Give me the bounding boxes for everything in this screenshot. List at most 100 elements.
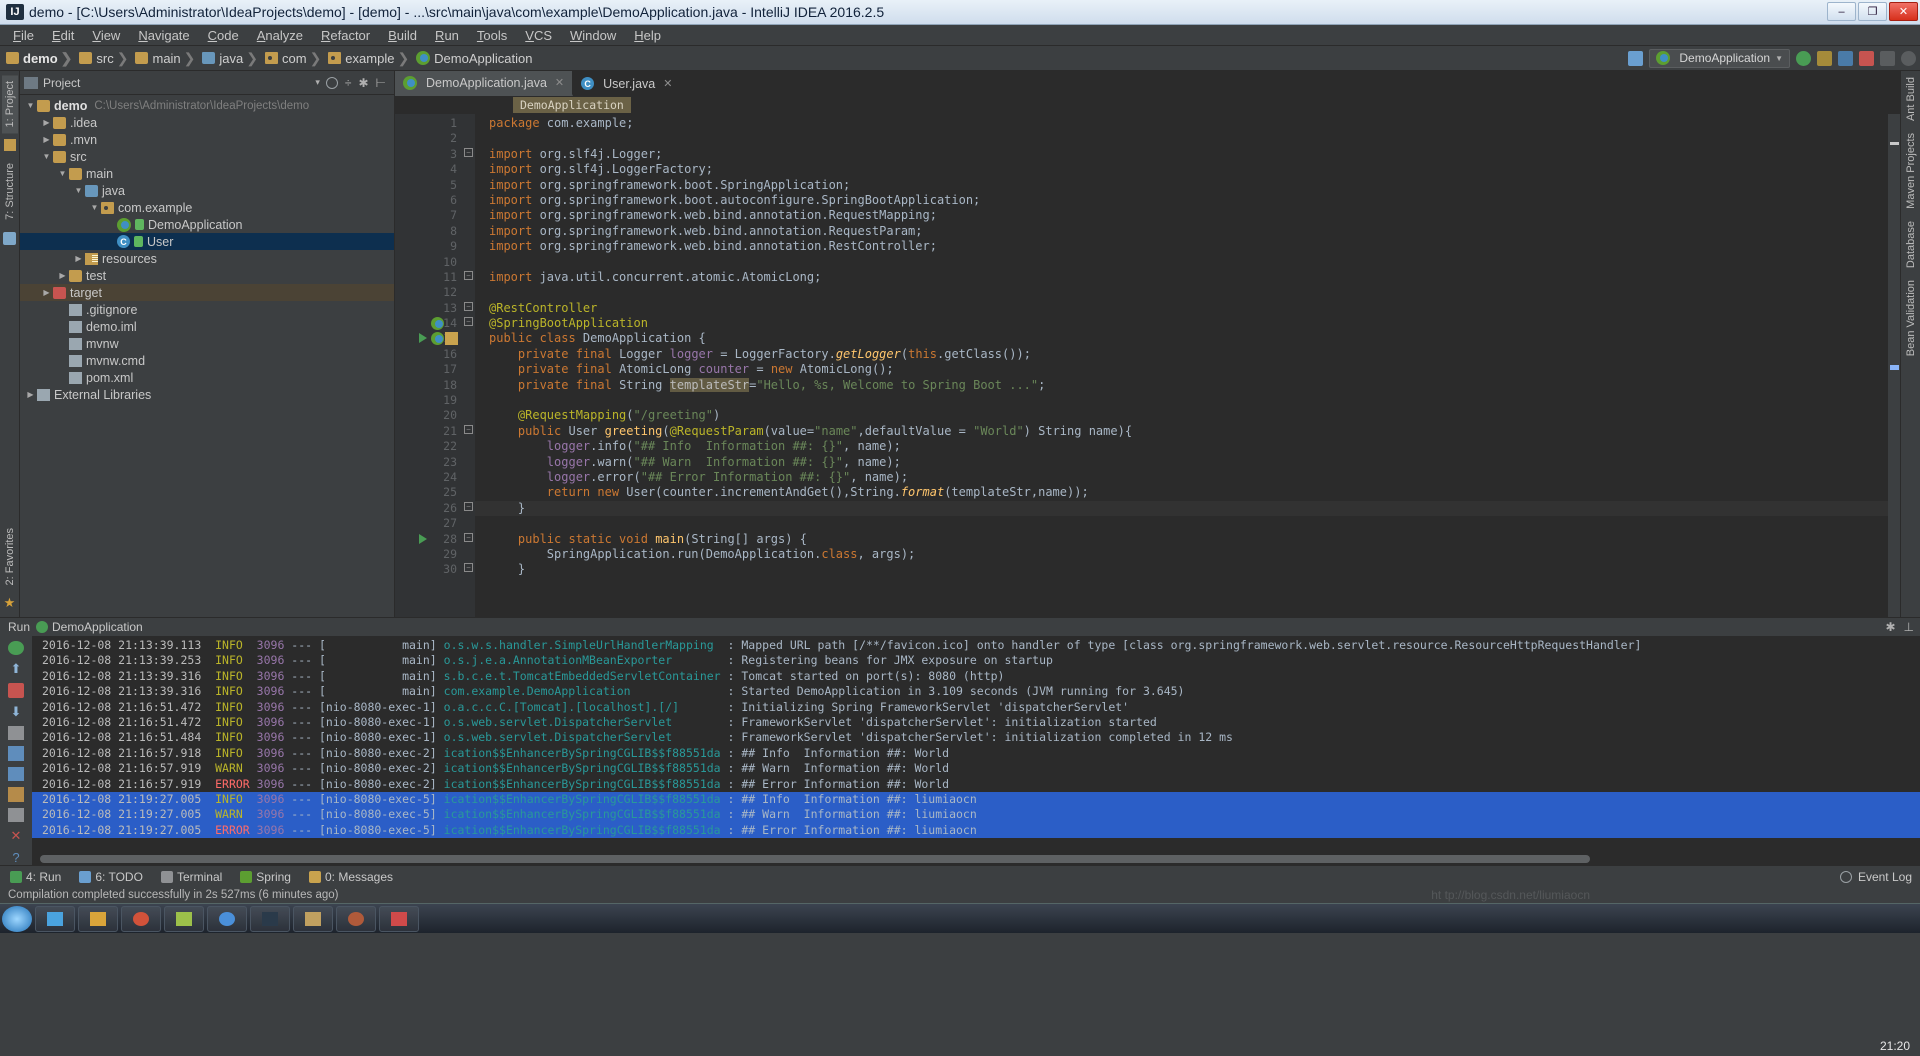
chevron-right-icon[interactable]: ▶ [40, 288, 53, 297]
code-line[interactable]: public static void main(String[] args) { [475, 532, 1888, 547]
fold-collapse-icon[interactable]: − [464, 317, 473, 327]
run-gutter-icon[interactable] [419, 333, 427, 344]
chevron-down-icon[interactable]: ▼ [72, 186, 85, 195]
tool-tab-favorites[interactable]: 2: Favorites [2, 522, 18, 591]
taskbar-item[interactable] [121, 905, 161, 932]
code-line[interactable]: package com.example; [475, 116, 1888, 131]
console-log-line[interactable]: 2016-12-08 21:13:39.316 INFO 3096 --- [ … [32, 684, 1920, 699]
code-line[interactable]: import org.slf4j.Logger; [475, 147, 1888, 162]
taskbar-item[interactable] [293, 905, 333, 932]
taskbar-clock[interactable]: 21:20 [1880, 1039, 1910, 1053]
code-line[interactable] [475, 516, 1888, 531]
code-line[interactable] [475, 393, 1888, 408]
up-icon[interactable]: ⬆ [8, 661, 24, 677]
tree-node-mvnw-cmd[interactable]: mvnw.cmd [20, 352, 394, 369]
chevron-right-icon[interactable]: ▶ [56, 271, 69, 280]
tool-tab-structure[interactable]: 7: Structure [2, 157, 18, 226]
gutter-line[interactable]: 9 [395, 239, 463, 254]
gutter-line[interactable]: 11 [395, 270, 463, 285]
console-log-line[interactable]: 2016-12-08 21:13:39.113 INFO 3096 --- [ … [32, 638, 1920, 653]
project-tree[interactable]: ▼ demo C:\Users\Administrator\IdeaProjects… [20, 95, 394, 617]
breadcrumb-item-com[interactable]: com ❯ [265, 50, 328, 67]
taskbar-item[interactable] [336, 905, 376, 932]
down-icon[interactable]: ⬇ [8, 704, 24, 720]
status-tab-0-messages[interactable]: 0: Messages [308, 870, 393, 884]
tree-node-external-libraries[interactable]: ▶ External Libraries [20, 386, 394, 403]
taskbar-item[interactable] [78, 905, 118, 932]
fold-end-icon[interactable]: − [464, 563, 473, 573]
code-line[interactable]: public class DemoApplication { [475, 331, 1888, 346]
gutter-line[interactable]: 2 [395, 131, 463, 146]
code-editor[interactable]: 1234567891011121314151617181920212223242… [395, 114, 1900, 617]
editor-marker-bar[interactable] [1888, 114, 1900, 617]
code-line[interactable]: public User greeting(@RequestParam(value… [475, 424, 1888, 439]
console-log-line[interactable]: 2016-12-08 21:16:57.919 WARN 3096 --- [n… [32, 761, 1920, 776]
console-log-line[interactable]: 2016-12-08 21:16:51.472 INFO 3096 --- [n… [32, 715, 1920, 730]
gutter-line[interactable]: 1 [395, 116, 463, 131]
gutter-line[interactable]: 7 [395, 208, 463, 223]
code-line[interactable]: @RestController [475, 301, 1888, 316]
tree-node-src[interactable]: ▼ src [20, 148, 394, 165]
event-log-label[interactable]: Event Log [1858, 870, 1912, 884]
taskbar-item[interactable] [35, 905, 75, 932]
tree-node-java[interactable]: ▼ java [20, 182, 394, 199]
fold-collapse-icon[interactable]: − [464, 147, 473, 157]
print-icon[interactable] [8, 787, 24, 802]
code-line[interactable]: return new User(counter.incrementAndGet(… [475, 485, 1888, 500]
gutter-line[interactable]: 17 [395, 362, 463, 377]
console-log-line[interactable]: 2016-12-08 21:16:51.472 INFO 3096 --- [n… [32, 700, 1920, 715]
balloon-icon[interactable] [1839, 870, 1852, 883]
gutter-line[interactable]: 27 [395, 516, 463, 531]
code-line[interactable] [475, 285, 1888, 300]
gutter-line[interactable]: 16 [395, 347, 463, 362]
hide-icon[interactable]: ⊢ [376, 76, 386, 90]
menu-item-tools[interactable]: Tools [468, 26, 516, 45]
collapse-icon[interactable]: ÷ [345, 76, 352, 90]
close-icon[interactable]: ✕ [555, 76, 564, 89]
code-line[interactable]: import org.springframework.web.bind.anno… [475, 239, 1888, 254]
gutter-line[interactable]: 24 [395, 470, 463, 485]
gutter-line[interactable]: 30 [395, 562, 463, 577]
code-line[interactable]: @RequestMapping("/greeting") [475, 408, 1888, 423]
menu-item-analyze[interactable]: Analyze [248, 26, 312, 45]
tree-node--idea[interactable]: ▶ .idea [20, 114, 394, 131]
breadcrumb-item-demo[interactable]: demo ❯ [6, 50, 79, 67]
code-line[interactable]: logger.warn("## Warn Information ##: {}"… [475, 455, 1888, 470]
gutter-line[interactable]: 28 [395, 532, 463, 547]
search-icon[interactable] [1901, 50, 1916, 66]
menu-item-edit[interactable]: Edit [43, 26, 83, 45]
tree-node--mvn[interactable]: ▶ .mvn [20, 131, 394, 148]
taskbar-item-intellij[interactable] [250, 905, 290, 932]
fold-collapse-icon[interactable]: − [464, 532, 473, 542]
chevron-right-icon[interactable]: ▶ [72, 254, 85, 263]
tree-node--gitignore[interactable]: .gitignore [20, 301, 394, 318]
code-line[interactable]: import org.springframework.web.bind.anno… [475, 224, 1888, 239]
console-horizontal-scrollbar[interactable] [40, 855, 1590, 863]
scroll-to-end-icon[interactable] [8, 766, 24, 782]
code-line[interactable]: private final Logger logger = LoggerFact… [475, 347, 1888, 362]
tree-node-mvnw[interactable]: mvnw [20, 335, 394, 352]
code-line[interactable]: import org.springframework.boot.autoconf… [475, 193, 1888, 208]
target-icon[interactable] [325, 76, 338, 89]
code-line[interactable]: private final AtomicLong counter = new A… [475, 362, 1888, 377]
console-log-line[interactable]: 2016-12-08 21:13:39.253 INFO 3096 --- [ … [32, 653, 1920, 668]
gutter-line[interactable]: 12 [395, 285, 463, 300]
stop-icon[interactable] [1859, 50, 1874, 66]
tree-node-demo-iml[interactable]: demo.iml [20, 318, 394, 335]
gutter-line[interactable]: 15 [395, 331, 463, 346]
tool-tab-bean-validation[interactable]: Bean Validation [1903, 274, 1919, 362]
layout-icon[interactable] [1628, 50, 1644, 66]
editor-gutter[interactable]: 1234567891011121314151617181920212223242… [395, 114, 463, 617]
pause-icon[interactable] [8, 725, 24, 741]
tree-node-test[interactable]: ▶ test [20, 267, 394, 284]
code-line[interactable]: import org.springframework.boot.SpringAp… [475, 178, 1888, 193]
editor-tab-user-java[interactable]: C User.java ✕ [573, 71, 682, 96]
gutter-line[interactable]: 23 [395, 455, 463, 470]
code-line[interactable]: import org.slf4j.LoggerFactory; [475, 162, 1888, 177]
chevron-down-icon[interactable]: ▼ [88, 203, 101, 212]
soft-wrap-icon[interactable] [8, 746, 24, 761]
gutter-line[interactable]: 19 [395, 393, 463, 408]
help-icon[interactable]: ? [8, 850, 24, 865]
gutter-line[interactable]: 13 [395, 301, 463, 316]
status-tab-spring[interactable]: Spring [240, 870, 291, 884]
